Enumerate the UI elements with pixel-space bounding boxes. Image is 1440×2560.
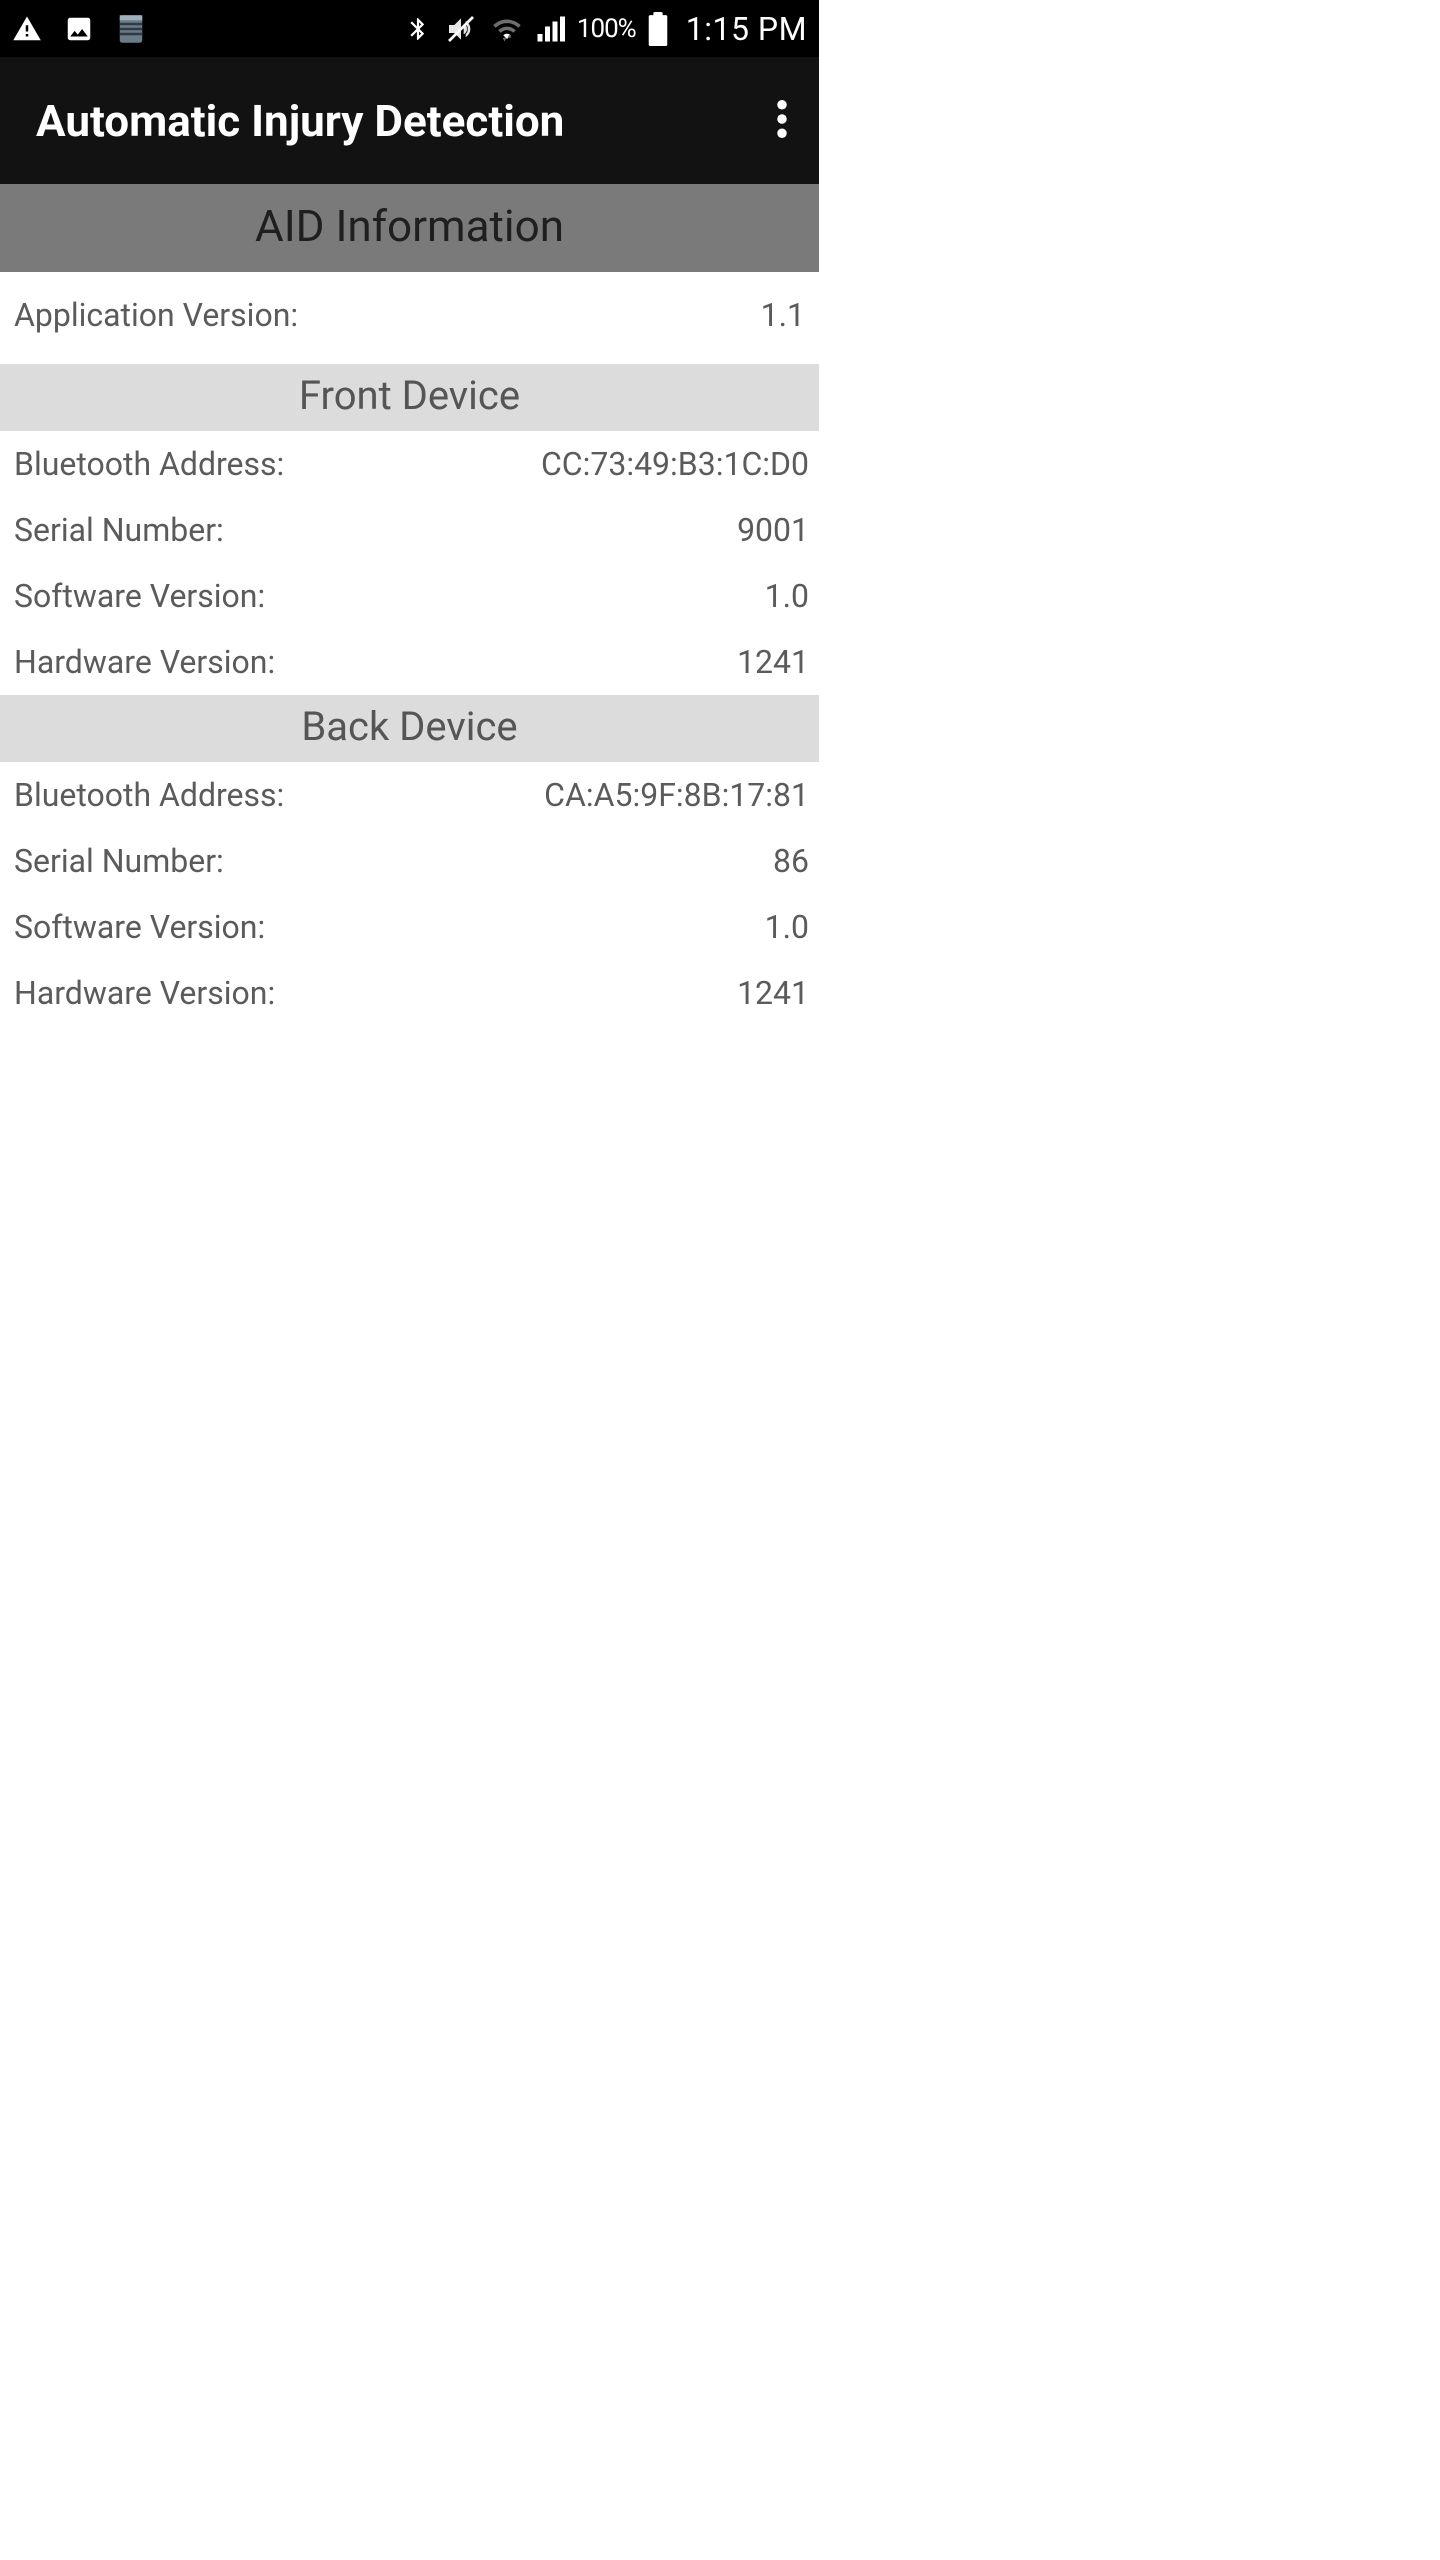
value-app-version: 1.1 <box>761 296 805 334</box>
value-front-hw: 1241 <box>737 643 809 681</box>
value-front-serial: 9001 <box>737 511 809 549</box>
section-header-aid-info: AID Information <box>0 184 819 272</box>
more-vert-icon <box>777 123 787 142</box>
value-back-serial: 86 <box>773 842 809 880</box>
row-front-bt: Bluetooth Address: CC:73:49:B3:1C:D0 <box>0 431 819 497</box>
value-front-bt: CC:73:49:B3:1C:D0 <box>541 445 809 483</box>
app-title: Automatic Injury Detection <box>36 95 564 147</box>
app-notification-icon <box>116 12 146 46</box>
section-header-front-device: Front Device <box>0 364 819 431</box>
row-back-sw: Software Version: 1.0 <box>0 894 819 960</box>
label-app-version: Application Version: <box>14 296 298 334</box>
warning-icon <box>12 14 42 44</box>
vibrate-mute-icon <box>443 13 479 45</box>
row-back-bt: Bluetooth Address: CA:A5:9F:8B:17:81 <box>0 762 819 828</box>
label-front-bt: Bluetooth Address: <box>14 445 284 483</box>
value-front-sw: 1.0 <box>765 577 809 615</box>
label-back-bt: Bluetooth Address: <box>14 776 284 814</box>
row-back-hw: Hardware Version: 1241 <box>0 960 819 1026</box>
label-back-hw: Hardware Version: <box>14 974 275 1012</box>
row-back-serial: Serial Number: 86 <box>0 828 819 894</box>
section-header-back-device: Back Device <box>0 695 819 762</box>
label-back-sw: Software Version: <box>14 908 265 946</box>
wifi-icon <box>491 14 523 44</box>
bluetooth-icon <box>405 13 431 45</box>
overflow-menu-button[interactable] <box>767 90 797 152</box>
signal-icon <box>535 14 565 44</box>
battery-percent-text: 100% <box>577 14 636 44</box>
row-front-hw: Hardware Version: 1241 <box>0 629 819 695</box>
status-left-icons <box>12 12 146 46</box>
status-bar: 100% 1:15 PM <box>0 0 819 57</box>
label-back-serial: Serial Number: <box>14 842 224 880</box>
label-front-hw: Hardware Version: <box>14 643 275 681</box>
label-front-sw: Software Version: <box>14 577 265 615</box>
picture-icon <box>64 14 94 44</box>
row-front-sw: Software Version: 1.0 <box>0 563 819 629</box>
clock-text: 1:15 PM <box>686 10 807 48</box>
row-front-serial: Serial Number: 9001 <box>0 497 819 563</box>
label-front-serial: Serial Number: <box>14 511 224 549</box>
row-app-version: Application Version: 1.1 <box>0 272 819 358</box>
value-back-hw: 1241 <box>737 974 809 1012</box>
app-bar: Automatic Injury Detection <box>0 57 819 184</box>
value-back-sw: 1.0 <box>765 908 809 946</box>
status-right: 100% 1:15 PM <box>405 10 807 48</box>
value-back-bt: CA:A5:9F:8B:17:81 <box>544 776 809 814</box>
battery-icon <box>648 12 668 46</box>
